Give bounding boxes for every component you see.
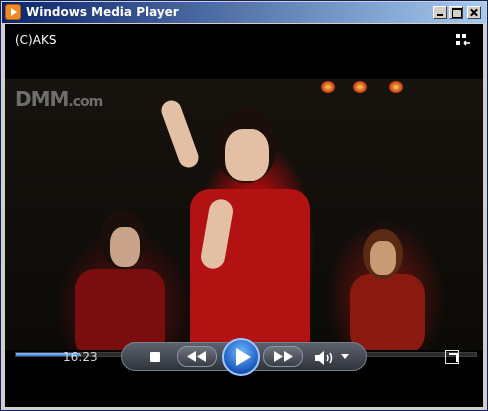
- stage-light: [353, 81, 367, 93]
- close-button[interactable]: [467, 6, 481, 19]
- video-display[interactable]: DMM.com: [5, 79, 483, 350]
- minimize-button[interactable]: [433, 6, 447, 19]
- play-button[interactable]: [222, 338, 260, 376]
- rewind-icon: [187, 351, 206, 362]
- stop-button[interactable]: [150, 352, 160, 362]
- performer-face: [110, 227, 140, 267]
- chevron-down-icon[interactable]: [341, 354, 349, 359]
- wmp-app-icon[interactable]: [5, 4, 21, 20]
- video-watermark: DMM.com: [15, 87, 103, 111]
- play-icon: [236, 348, 251, 366]
- performer-face: [225, 129, 269, 181]
- stage-light: [389, 81, 403, 93]
- time-display: 16:23: [63, 350, 98, 364]
- performer-costume: [350, 274, 425, 350]
- next-button[interactable]: [263, 346, 303, 367]
- window-title: Windows Media Player: [26, 5, 179, 19]
- switch-to-library-icon[interactable]: [455, 32, 471, 48]
- maximize-button[interactable]: [449, 6, 463, 19]
- media-info-text: (C)AKS: [15, 33, 57, 47]
- performer-arm: [158, 97, 202, 171]
- stage-light: [321, 81, 335, 93]
- previous-button[interactable]: [177, 346, 217, 367]
- fullscreen-icon[interactable]: [445, 350, 459, 364]
- wmp-window: Windows Media Player (C)AKS DMM.com 16:2…: [0, 0, 488, 411]
- performer-costume: [75, 269, 165, 350]
- fast-forward-icon: [274, 351, 293, 362]
- title-bar[interactable]: Windows Media Player: [2, 2, 486, 23]
- speaker-icon[interactable]: [313, 350, 335, 366]
- performer-face: [370, 241, 396, 275]
